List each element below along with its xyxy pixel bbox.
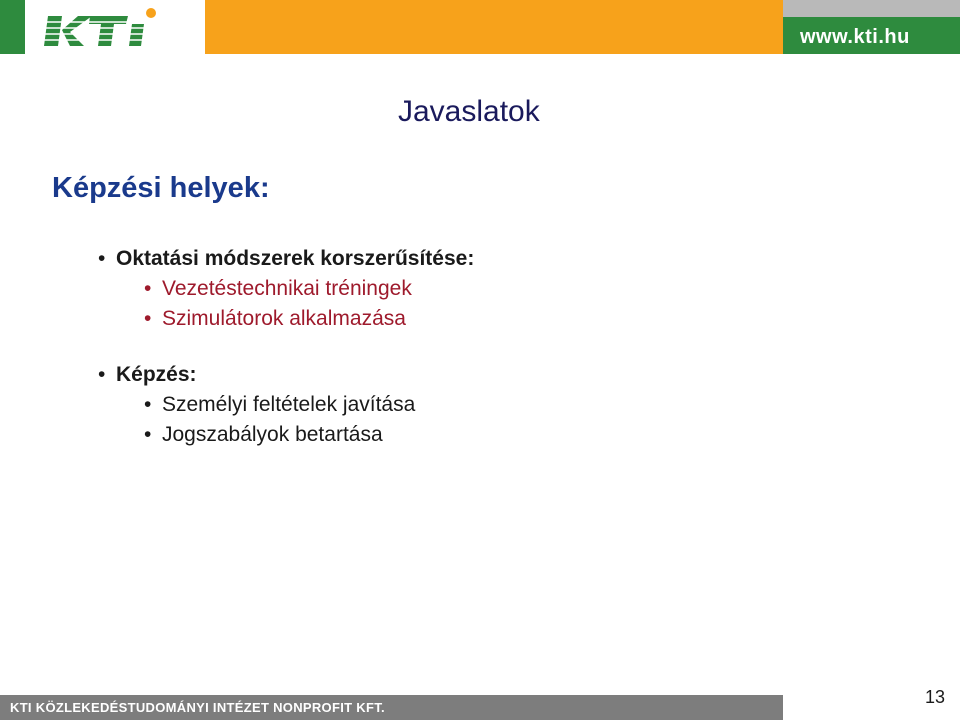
bullet-label: Oktatási módszerek korszerűsítése: [116, 247, 475, 270]
bullet-dot: • [98, 363, 106, 386]
bullet-dot: • [144, 277, 152, 300]
sub-bullet-item: • Szimulátorok alkalmazása [144, 304, 406, 334]
bullet-dot: • [144, 307, 152, 330]
bullet-label: Képzés: [116, 363, 197, 386]
sub-bullet-item: • Vezetéstechnikai tréningek [144, 274, 412, 304]
slide-title: Javaslatok [398, 95, 540, 128]
sub-bullet-item: • Személyi feltételek javítása [144, 390, 415, 420]
sub-bullet-label: Szimulátorok alkalmazása [162, 307, 406, 330]
sub-bullet-label: Vezetéstechnikai tréningek [162, 277, 412, 300]
bullet-dot: • [144, 423, 152, 446]
header-url-topline [783, 0, 960, 17]
header-url[interactable]: www.kti.hu [800, 24, 950, 50]
bullet-item-1: • Oktatási módszerek korszerűsítése: [98, 244, 474, 274]
page-number: 13 [924, 687, 945, 707]
header-orange-band [205, 0, 783, 54]
bullet-dot: • [98, 247, 106, 270]
bullet-dot: • [144, 393, 152, 416]
kti-logo [40, 8, 165, 46]
bullet-item-2: • Képzés: [98, 360, 197, 390]
slide-subheading: Képzési helyek: [52, 172, 270, 204]
footer-org-name: KTI KÖZLEKEDÉSTUDOMÁNYI INTÉZET NONPROFI… [10, 700, 385, 715]
sub-bullet-label: Személyi feltételek javítása [162, 393, 416, 416]
sub-bullet-label: Jogszabályok betartása [162, 423, 383, 446]
header-left-stripe [0, 0, 25, 54]
sub-bullet-item: • Jogszabályok betartása [144, 420, 383, 450]
